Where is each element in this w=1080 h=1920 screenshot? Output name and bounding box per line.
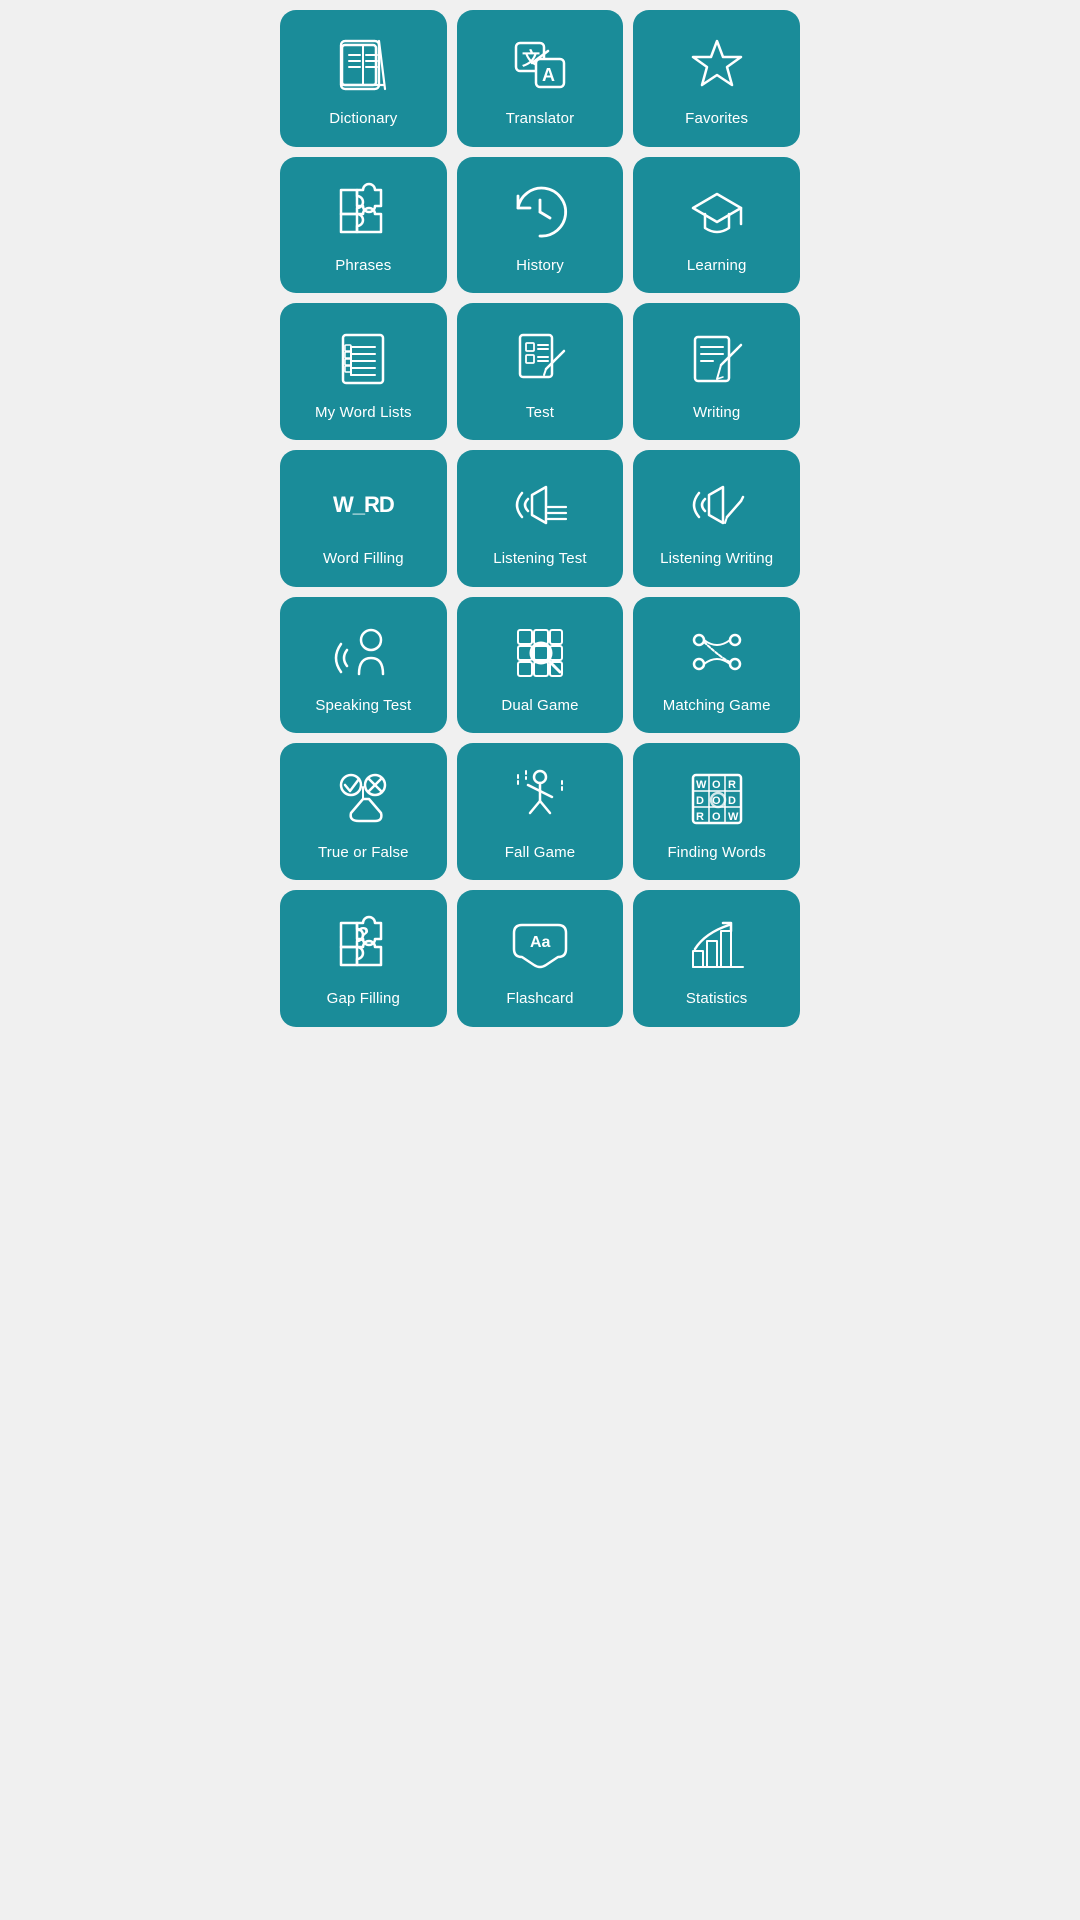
tile-true-or-false-label: True or False <box>318 844 409 862</box>
tile-listening-test-label: Listening Test <box>493 550 587 568</box>
svg-text:W: W <box>728 811 739 823</box>
tile-favorites[interactable]: Favorites <box>633 10 800 147</box>
tile-learning-label: Learning <box>687 257 747 275</box>
tile-learning[interactable]: Learning <box>633 157 800 294</box>
tile-phrases[interactable]: Phrases <box>280 157 447 294</box>
svg-text:D: D <box>696 795 704 807</box>
tile-my-word-lists-label: My Word Lists <box>315 404 412 422</box>
tile-flashcard[interactable]: Aa Flashcard <box>457 890 624 1027</box>
phrases-icon <box>328 177 398 247</box>
history-icon <box>505 177 575 247</box>
tile-finding-words-label: Finding Words <box>667 844 765 862</box>
translator-icon: 文 A <box>505 30 575 100</box>
tile-phrases-label: Phrases <box>335 257 391 275</box>
tile-my-word-lists[interactable]: My Word Lists <box>280 303 447 440</box>
my-word-lists-icon <box>328 324 398 394</box>
finding-words-icon: W O R D O D R O W <box>682 764 752 834</box>
tile-favorites-label: Favorites <box>685 110 748 128</box>
svg-text:O: O <box>712 779 721 791</box>
svg-text:W: W <box>696 779 707 791</box>
tile-true-or-false[interactable]: True or False <box>280 743 447 880</box>
tile-statistics-label: Statistics <box>686 990 748 1008</box>
svg-text:A: A <box>542 65 555 85</box>
tile-word-filling-label: Word Filling <box>323 550 404 568</box>
tile-matching-game-label: Matching Game <box>663 697 771 715</box>
tile-test-label: Test <box>526 404 554 422</box>
tile-speaking-test-label: Speaking Test <box>315 697 411 715</box>
tile-statistics[interactable]: Statistics <box>633 890 800 1027</box>
tile-dual-game[interactable]: Dual Game <box>457 597 624 734</box>
svg-text:R: R <box>696 811 704 823</box>
main-grid: Dictionary 文 A Translator Favorites <box>270 0 810 1037</box>
dictionary-icon <box>328 30 398 100</box>
true-or-false-icon <box>328 764 398 834</box>
svg-text:R: R <box>728 779 736 791</box>
tile-fall-game-label: Fall Game <box>505 844 576 862</box>
listening-test-icon <box>505 470 575 540</box>
tile-writing[interactable]: Writing <box>633 303 800 440</box>
tile-gap-filling-label: Gap Filling <box>327 990 400 1008</box>
dual-game-icon <box>505 617 575 687</box>
tile-fall-game[interactable]: Fall Game <box>457 743 624 880</box>
speaking-test-icon <box>328 617 398 687</box>
favorites-icon <box>682 30 752 100</box>
tile-listening-writing[interactable]: Listening Writing <box>633 450 800 587</box>
test-icon <box>505 324 575 394</box>
tile-dictionary[interactable]: Dictionary <box>280 10 447 147</box>
tile-history-label: History <box>516 257 564 275</box>
writing-icon <box>682 324 752 394</box>
tile-dictionary-label: Dictionary <box>329 110 397 128</box>
word-filling-icon: W_RD <box>328 470 398 540</box>
tile-test[interactable]: Test <box>457 303 624 440</box>
tile-matching-game[interactable]: Matching Game <box>633 597 800 734</box>
matching-game-icon <box>682 617 752 687</box>
tile-finding-words[interactable]: W O R D O D R O W Finding Words <box>633 743 800 880</box>
svg-text:D: D <box>728 795 736 807</box>
tile-listening-test[interactable]: Listening Test <box>457 450 624 587</box>
svg-text:?: ? <box>357 924 369 946</box>
tile-listening-writing-label: Listening Writing <box>660 550 773 568</box>
gap-filling-icon: ? <box>328 910 398 980</box>
tile-writing-label: Writing <box>693 404 740 422</box>
statistics-icon <box>682 910 752 980</box>
learning-icon <box>682 177 752 247</box>
tile-word-filling[interactable]: W_RD Word Filling <box>280 450 447 587</box>
tile-translator[interactable]: 文 A Translator <box>457 10 624 147</box>
tile-dual-game-label: Dual Game <box>501 697 578 715</box>
tile-translator-label: Translator <box>506 110 574 128</box>
tile-history[interactable]: History <box>457 157 624 294</box>
tile-flashcard-label: Flashcard <box>506 990 573 1008</box>
svg-text:O: O <box>712 811 721 823</box>
listening-writing-icon <box>682 470 752 540</box>
flashcard-icon: Aa <box>505 910 575 980</box>
tile-gap-filling[interactable]: ? Gap Filling <box>280 890 447 1027</box>
fall-game-icon <box>505 764 575 834</box>
svg-text:Aa: Aa <box>530 934 551 951</box>
tile-speaking-test[interactable]: Speaking Test <box>280 597 447 734</box>
